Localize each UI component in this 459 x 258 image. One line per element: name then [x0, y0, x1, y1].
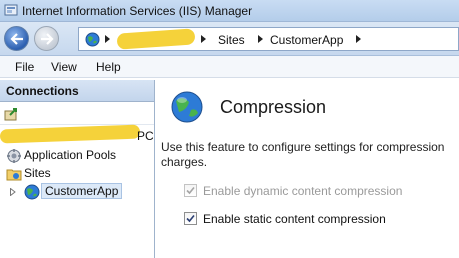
- dynamic-compression-checkbox[interactable]: [184, 184, 197, 197]
- checkmark-icon: [186, 214, 195, 223]
- checkmark-icon: [186, 186, 195, 195]
- back-button[interactable]: [4, 26, 29, 51]
- crumb-separator-icon: [356, 35, 361, 43]
- connect-to-server-icon[interactable]: [4, 106, 20, 122]
- tree-item-label: Sites: [24, 166, 51, 180]
- sites-folder-icon: [6, 169, 22, 181]
- globe-icon: [24, 184, 40, 200]
- feature-description: Use this feature to configure settings f…: [161, 140, 445, 169]
- menu-file[interactable]: File: [15, 60, 34, 74]
- connections-title: Connections: [6, 84, 79, 98]
- breadcrumb-sites[interactable]: Sites: [218, 33, 245, 47]
- redacted-server-node: [0, 124, 141, 144]
- menu-bar: File View Help: [0, 56, 459, 78]
- expand-arrow-icon[interactable]: [10, 188, 16, 196]
- forward-button[interactable]: [34, 26, 59, 51]
- compression-globe-icon: [171, 91, 203, 123]
- tree-item-label: Application Pools: [24, 148, 117, 162]
- redacted-server-name: [116, 28, 196, 50]
- static-compression-label: Enable static content compression: [203, 212, 386, 226]
- window-title: Internet Information Services (IIS) Mana…: [22, 4, 253, 18]
- menu-view[interactable]: View: [51, 60, 77, 74]
- iis-manager-icon: [4, 4, 18, 16]
- crumb-separator-icon: [201, 35, 206, 43]
- crumb-separator-icon: [105, 35, 110, 43]
- forward-arrow-icon: [40, 32, 54, 45]
- connections-toolbar: [0, 103, 154, 125]
- back-arrow-icon: [9, 32, 23, 45]
- address-field[interactable]: Sites CustomerApp: [78, 27, 459, 51]
- menu-help[interactable]: Help: [96, 60, 121, 74]
- tree-item-label: CustomerApp: [41, 183, 123, 199]
- globe-icon: [85, 32, 100, 47]
- address-bar: Sites CustomerApp: [0, 22, 459, 56]
- page-title: Compression: [220, 97, 327, 117]
- crumb-separator-icon: [258, 35, 263, 43]
- connections-header: Connections: [0, 80, 154, 102]
- breadcrumb-customerapp[interactable]: CustomerApp: [270, 33, 343, 47]
- dynamic-compression-label: Enable dynamic content compression: [203, 184, 403, 198]
- feature-pane: Compression Use this feature to configur…: [158, 80, 459, 258]
- application-pools-icon: [7, 149, 21, 163]
- static-compression-checkbox[interactable]: [184, 212, 197, 225]
- window-title-bar: Internet Information Services (IIS) Mana…: [0, 0, 459, 22]
- connections-pane: Connections PC Application Pools Sites C…: [0, 80, 155, 258]
- server-node-suffix: PC: [137, 129, 154, 143]
